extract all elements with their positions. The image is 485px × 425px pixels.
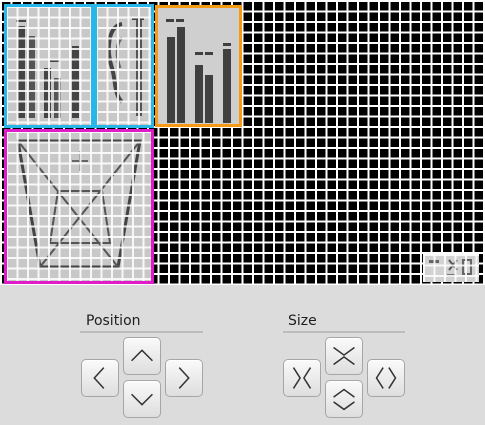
grow-vertical-icon	[333, 388, 355, 411]
image-tile-3[interactable]	[157, 7, 240, 125]
size-group-divider	[283, 331, 405, 333]
position-up-button[interactable]	[123, 337, 161, 375]
arrow-down-icon	[131, 393, 153, 406]
position-right-button[interactable]	[165, 359, 203, 397]
position-group-label: Position	[86, 313, 141, 329]
image-grid-canvas[interactable]	[0, 0, 485, 285]
image-tile-1[interactable]	[6, 6, 92, 126]
size-grow-horizontal-button[interactable]	[367, 359, 405, 397]
size-grow-vertical-button[interactable]	[325, 380, 363, 418]
diagram-thumbnail	[16, 139, 142, 269]
image-tile-5[interactable]	[423, 254, 479, 282]
arrow-up-icon	[131, 349, 153, 362]
size-shrink-vertical-button[interactable]	[325, 337, 363, 375]
position-group-divider	[80, 331, 203, 333]
arrow-right-icon	[178, 367, 190, 389]
symbol-thumbnail	[429, 259, 472, 277]
arrow-left-icon	[93, 367, 105, 389]
bar-chart-thumbnail	[16, 20, 79, 118]
bar-chart-thumbnail	[166, 19, 231, 123]
size-shrink-horizontal-button[interactable]	[283, 359, 321, 397]
image-tile-4[interactable]	[6, 131, 152, 281]
size-group-label: Size	[288, 313, 317, 329]
shrink-vertical-icon	[333, 346, 355, 366]
position-left-button[interactable]	[81, 359, 119, 397]
image-tile-2[interactable]	[96, 6, 152, 126]
shrink-horizontal-icon	[292, 367, 312, 389]
ear-thumbnail	[106, 18, 144, 116]
position-down-button[interactable]	[123, 380, 161, 418]
grow-horizontal-icon	[375, 367, 397, 389]
